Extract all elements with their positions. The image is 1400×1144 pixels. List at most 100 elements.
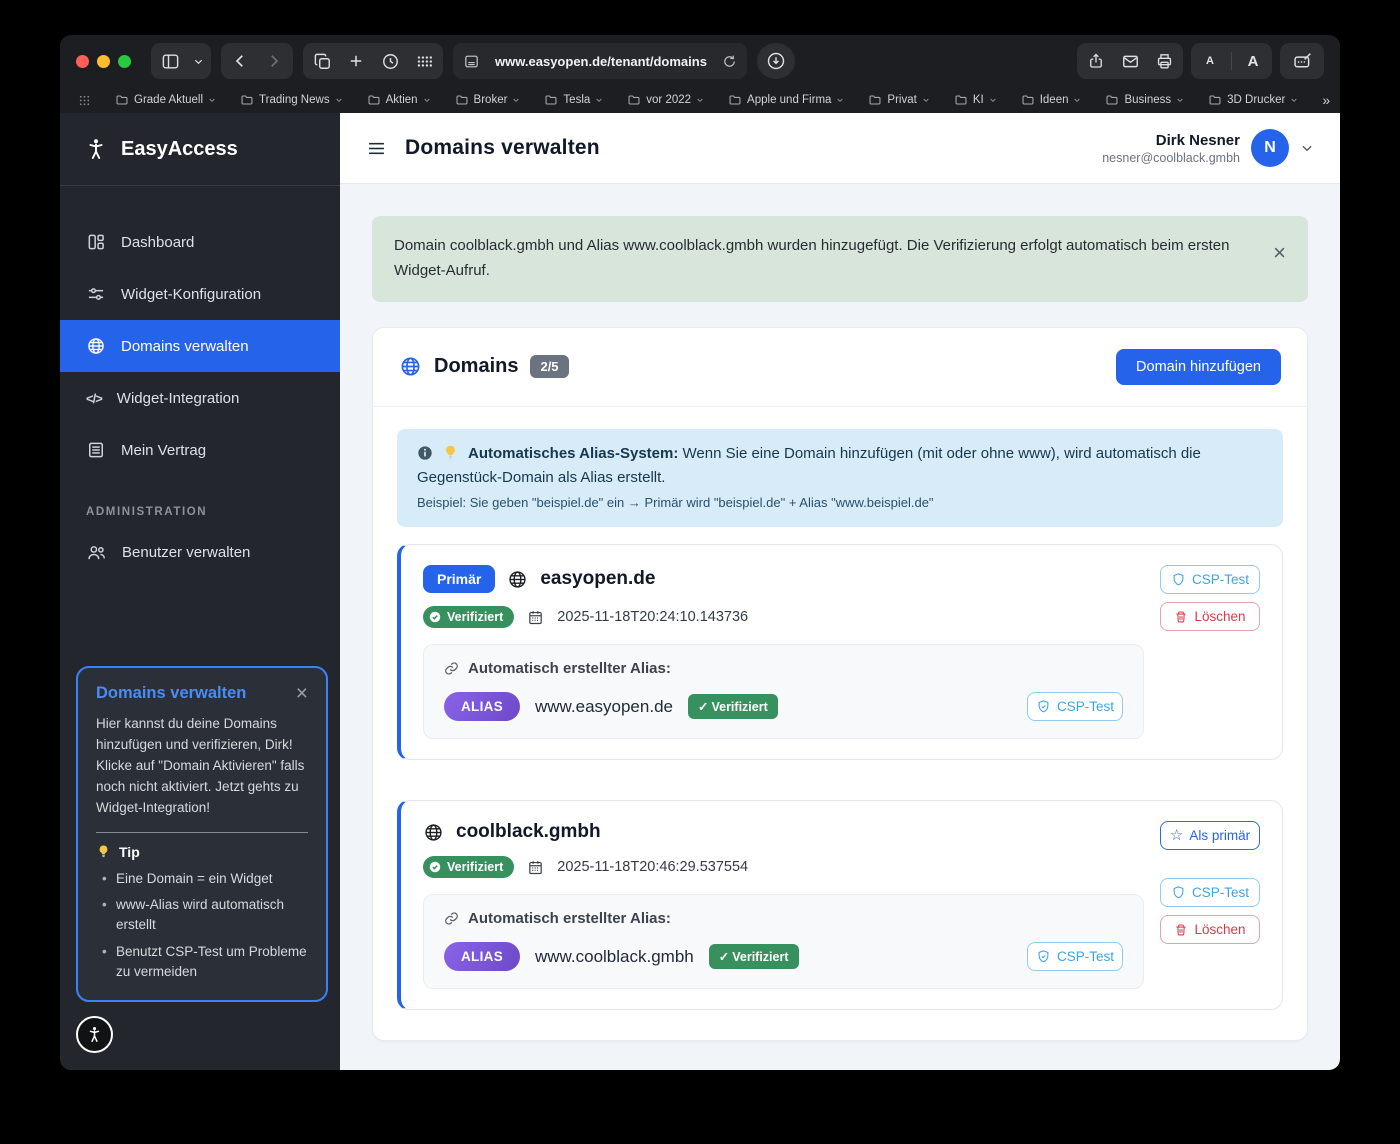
- bookmark-label: 3D Drucker: [1227, 94, 1285, 106]
- zoom-window-button[interactable]: [118, 55, 131, 68]
- bookmarks-overflow-icon[interactable]: »: [1322, 92, 1330, 108]
- chevron-down-icon: [1073, 96, 1081, 104]
- bookmark-folder-item[interactable]: Business: [1105, 93, 1184, 107]
- compose-tab-button[interactable]: [1280, 43, 1324, 79]
- sidebar-item-label: Widget-Integration: [117, 390, 240, 407]
- bookmark-folder-item[interactable]: Grade Aktuell: [115, 93, 216, 107]
- delete-domain-button[interactable]: Löschen: [1160, 915, 1260, 944]
- alias-badge: ALIAS: [444, 692, 520, 721]
- add-domain-button[interactable]: Domain hinzufügen: [1116, 349, 1281, 385]
- domain-timestamp: 2025-11-18T20:46:29.537554: [557, 859, 748, 875]
- chevron-down-icon: [1176, 96, 1184, 104]
- bookmark-label: Broker: [474, 94, 508, 106]
- bookmark-folder-item[interactable]: vor 2022: [627, 93, 704, 107]
- bookmark-label: Apple und Firma: [747, 94, 831, 106]
- app-sidebar: EasyAccess Dashboard Widget-Konfiguratio…: [60, 113, 340, 1070]
- bookmarks-grid-icon[interactable]: [78, 94, 91, 107]
- csp-test-button[interactable]: CSP-Test: [1160, 565, 1260, 594]
- minimize-window-button[interactable]: [97, 55, 110, 68]
- bookmark-label: Business: [1124, 94, 1171, 106]
- bookmark-folder-item[interactable]: Broker: [455, 93, 521, 107]
- alias-csp-test-button[interactable]: CSP-Test: [1027, 692, 1123, 721]
- close-window-button[interactable]: [76, 55, 89, 68]
- tab-overview-icon[interactable]: [305, 43, 339, 79]
- reader-mode-icon[interactable]: [463, 53, 480, 70]
- domain-name: easyopen.de: [540, 568, 655, 590]
- text-size-increase-button[interactable]: A: [1236, 43, 1270, 79]
- coachmark-tip: www-Alias wird automatisch erstellt: [102, 895, 308, 936]
- domain-timestamp: 2025-11-18T20:24:10.143736: [557, 609, 748, 625]
- primary-badge: Primär: [423, 565, 495, 593]
- bookmark-folder-item[interactable]: Trading News: [240, 93, 343, 107]
- alias-verified-badge: ✓ Verifiziert: [688, 694, 778, 719]
- page-body: Domain coolblack.gmbh und Alias www.cool…: [340, 184, 1340, 1070]
- close-icon[interactable]: ×: [296, 683, 308, 704]
- sidebar-item-label: Widget-Konfiguration: [121, 286, 261, 303]
- share-icon[interactable]: [1079, 43, 1113, 79]
- brand-name: EasyAccess: [121, 138, 238, 161]
- mail-icon[interactable]: [1113, 43, 1147, 79]
- bookmark-label: Grade Aktuell: [134, 94, 203, 106]
- folder-icon: [240, 93, 254, 107]
- page-header: Domains verwalten Dirk Nesner nesner@coo…: [340, 113, 1340, 184]
- downloads-button[interactable]: [757, 43, 795, 79]
- bookmark-folder-item[interactable]: Apple und Firma: [728, 93, 844, 107]
- calendar-icon: [527, 609, 544, 626]
- sidebar-item-widget-konfiguration[interactable]: Widget-Konfiguration: [60, 268, 340, 320]
- chevron-down-icon[interactable]: [1300, 141, 1314, 155]
- print-icon[interactable]: [1147, 43, 1181, 79]
- back-button[interactable]: [223, 43, 257, 79]
- app-grid-icon[interactable]: [407, 43, 441, 79]
- alias-box: Automatisch erstellter Alias: ALIAS www.…: [423, 644, 1144, 739]
- sidebar-item-dashboard[interactable]: Dashboard: [60, 216, 340, 268]
- bookmark-folder-item[interactable]: KI: [954, 93, 997, 107]
- accessibility-widget-button[interactable]: [76, 1016, 113, 1053]
- verified-label: Verifiziert: [447, 860, 503, 874]
- alias-info-heading: Automatisches Alias-System:: [468, 445, 678, 462]
- sidebar-item-mein-vertrag[interactable]: Mein Vertrag: [60, 424, 340, 476]
- make-primary-button[interactable]: ☆ Als primär: [1160, 821, 1260, 850]
- bookmark-label: vor 2022: [646, 94, 691, 106]
- alias-verified-label: Verifiziert: [732, 950, 788, 964]
- close-icon[interactable]: ×: [1273, 242, 1286, 264]
- sidebar-item-label: Dashboard: [121, 234, 194, 251]
- browser-window: www.easyopen.de/tenant/domains A: [60, 35, 1340, 1070]
- bookmark-folder-item[interactable]: Aktien: [367, 93, 431, 107]
- sidebar-item-widget-integration[interactable]: </> Widget-Integration: [60, 372, 340, 424]
- document-icon: [86, 440, 106, 460]
- globe-icon: [507, 569, 528, 590]
- delete-domain-button[interactable]: Löschen: [1160, 602, 1260, 631]
- reload-icon[interactable]: [722, 54, 737, 69]
- verified-badge: Verifiziert: [423, 606, 514, 628]
- new-tab-button[interactable]: [339, 43, 373, 79]
- domains-title: Domains: [434, 355, 518, 378]
- star-icon: ☆: [1170, 828, 1183, 843]
- user-menu[interactable]: Dirk Nesner nesner@coolblack.gmbh N: [1102, 129, 1314, 167]
- forward-button[interactable]: [257, 43, 291, 79]
- bookmark-folder-item[interactable]: Tesla: [544, 93, 603, 107]
- coachmark-tip: Eine Domain = ein Widget: [102, 869, 308, 889]
- sidebar-toggle-button[interactable]: [153, 43, 187, 79]
- globe-icon: [423, 822, 444, 843]
- chevron-down-icon: [423, 96, 431, 104]
- hamburger-menu-icon[interactable]: [366, 138, 387, 159]
- sidebar-item-benutzer-verwalten[interactable]: Benutzer verwalten: [60, 526, 340, 578]
- bookmark-label: Privat: [887, 94, 916, 106]
- sidebar-menu-chevron-icon[interactable]: [187, 43, 209, 79]
- coachmark-tip-label: Tip: [119, 844, 140, 860]
- address-bar[interactable]: www.easyopen.de/tenant/domains: [453, 43, 747, 79]
- bookmark-folder-item[interactable]: 3D Drucker: [1208, 93, 1298, 107]
- alias-csp-test-button[interactable]: CSP-Test: [1027, 942, 1123, 971]
- text-size-decrease-button[interactable]: A: [1193, 43, 1227, 79]
- globe-icon: [86, 336, 106, 356]
- alias-info-box: Automatisches Alias-System: Wenn Sie ein…: [397, 429, 1283, 528]
- csp-test-button[interactable]: CSP-Test: [1160, 878, 1260, 907]
- alias-info-example: Beispiel: Sie geben "beispiel.de" ein → …: [417, 493, 1263, 513]
- history-icon[interactable]: [373, 43, 407, 79]
- link-icon: [444, 911, 459, 926]
- bookmark-folder-item[interactable]: Privat: [868, 93, 929, 107]
- check-icon: ✓: [719, 949, 729, 964]
- alias-box: Automatisch erstellter Alias: ALIAS www.…: [423, 894, 1144, 989]
- bookmark-folder-item[interactable]: Ideen: [1021, 93, 1082, 107]
- sidebar-item-domains-verwalten[interactable]: Domains verwalten: [60, 320, 340, 372]
